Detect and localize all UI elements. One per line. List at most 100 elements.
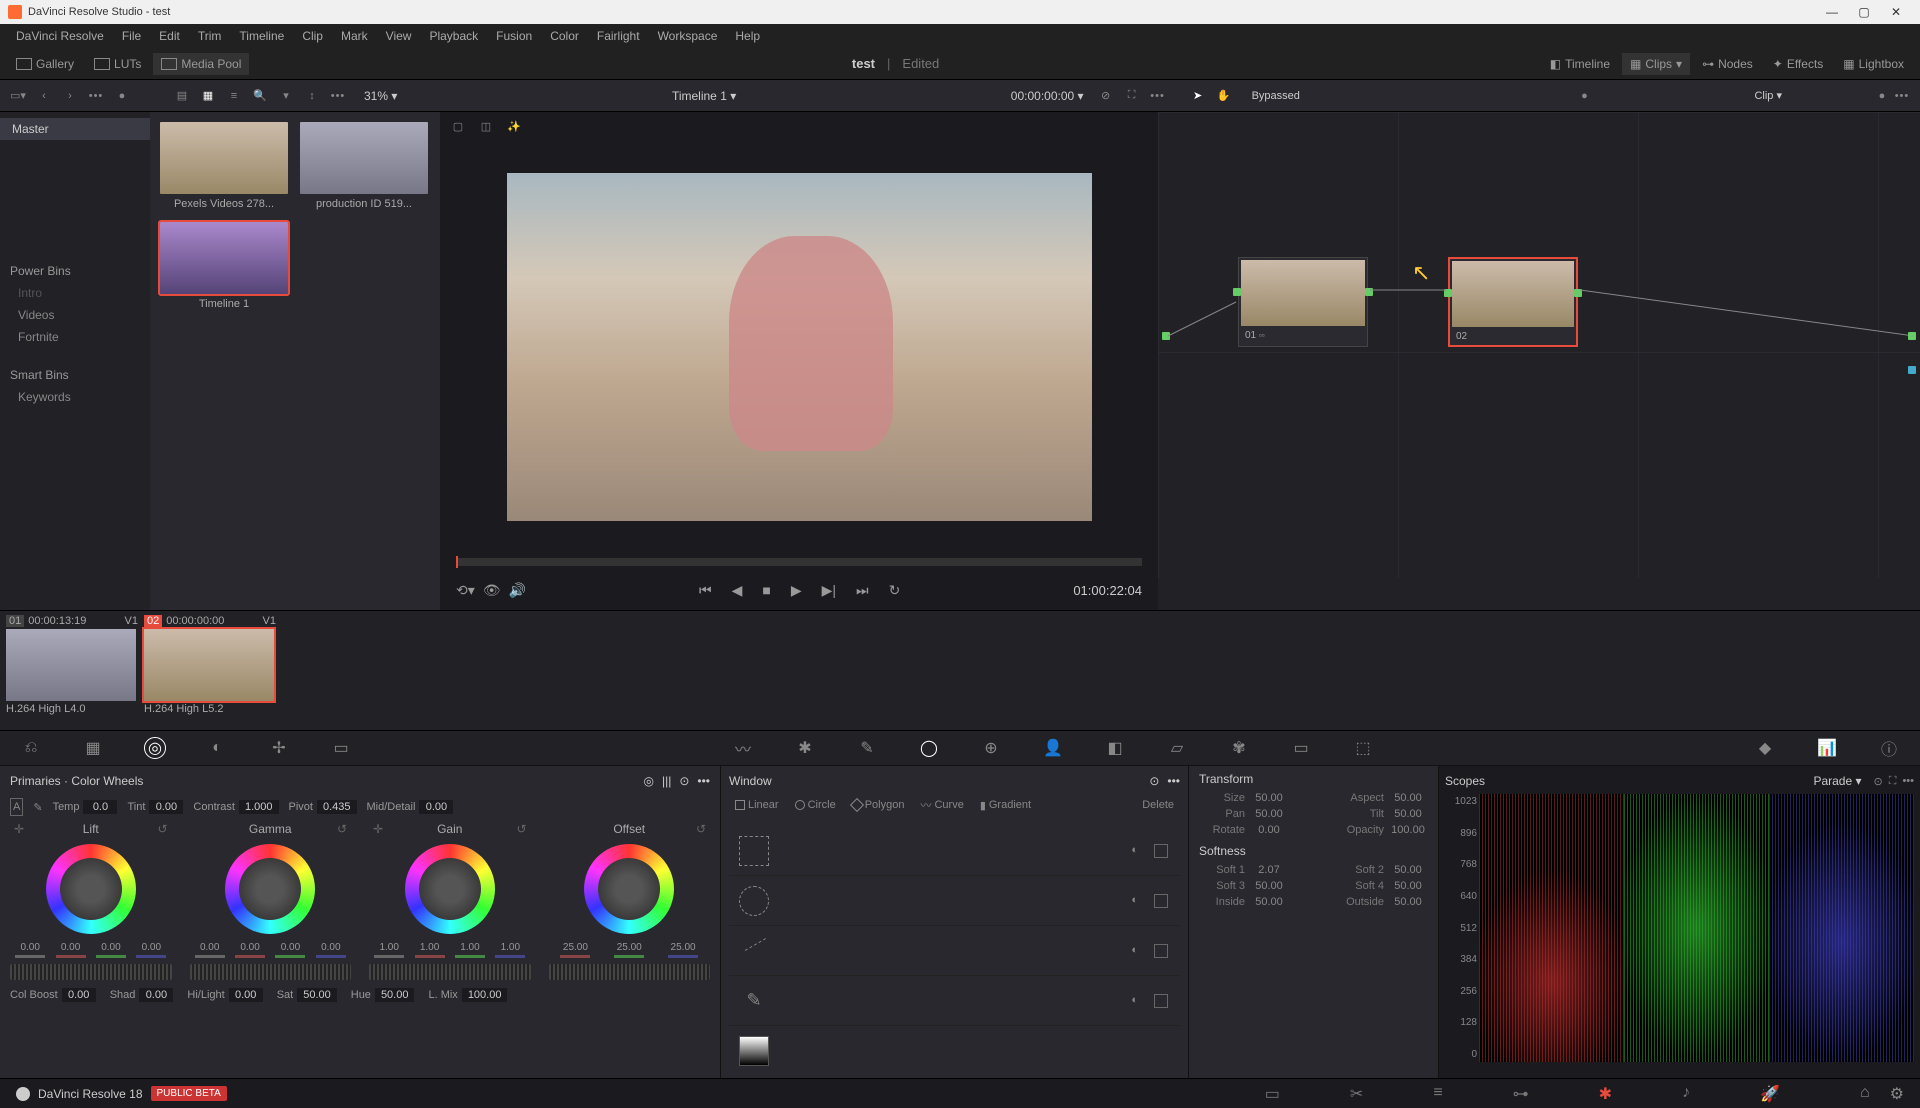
- gamma-wheel[interactable]: Gamma↺ 0.000.000.000.00: [190, 822, 352, 980]
- window-linear-tab[interactable]: Linear: [729, 796, 785, 814]
- temp-value[interactable]: 0.0: [83, 800, 117, 814]
- shad-value[interactable]: 0.00: [139, 988, 173, 1002]
- hand-icon[interactable]: ✋: [1214, 86, 1234, 106]
- node-02[interactable]: 02: [1448, 257, 1578, 347]
- window-delete-button[interactable]: Delete: [1136, 796, 1180, 814]
- scopes-options-icon[interactable]: ⊙: [1874, 775, 1883, 788]
- auto-balance-icon[interactable]: A: [10, 798, 23, 816]
- offset-wheel[interactable]: Offset↺ 25.0025.0025.00: [549, 822, 711, 980]
- node-in-dot[interactable]: [1233, 288, 1241, 296]
- tool-keyframe-icon[interactable]: ◆: [1754, 737, 1776, 759]
- effects-button[interactable]: ✦Effects: [1765, 53, 1832, 75]
- hilight-value[interactable]: 0.00: [229, 988, 263, 1002]
- strip-clip-02[interactable]: 0200:00:00:00V1 H.264 High L5.2: [144, 615, 276, 715]
- contrast-value[interactable]: 1.000: [239, 800, 279, 814]
- node-graph[interactable]: 01 ▫▫ 02 ↖: [1158, 112, 1920, 610]
- window-gradient-tab[interactable]: ▮Gradient: [974, 796, 1037, 815]
- clip-dropdown[interactable]: Clip ▾: [1754, 89, 1782, 102]
- page-edit-icon[interactable]: ≡: [1433, 1084, 1442, 1104]
- reset-icon[interactable]: ↺: [696, 822, 706, 836]
- viewer-timecode[interactable]: 00:00:00:00 ▾: [1011, 89, 1084, 103]
- audio-icon[interactable]: 🔊: [509, 582, 526, 599]
- tool-bsm-icon[interactable]: ◧: [1104, 737, 1126, 759]
- inside-value[interactable]: 50.00: [1249, 896, 1289, 908]
- record-dot2-icon[interactable]: ●: [1574, 86, 1594, 106]
- node-out-dot[interactable]: [1365, 288, 1373, 296]
- invert-icon[interactable]: ◐: [1131, 994, 1138, 1008]
- view-grid-icon[interactable]: ▦: [198, 86, 218, 106]
- soft2-value[interactable]: 50.00: [1388, 864, 1428, 876]
- reset-icon[interactable]: ↺: [516, 822, 526, 836]
- tool-blur-icon[interactable]: ▱: [1166, 737, 1188, 759]
- hue-value[interactable]: 50.00: [375, 988, 415, 1002]
- menu-color[interactable]: Color: [542, 25, 587, 47]
- bin-videos[interactable]: Videos: [0, 304, 150, 326]
- page-fairlight-icon[interactable]: ♪: [1682, 1084, 1690, 1104]
- node-more-icon[interactable]: •••: [1892, 86, 1912, 106]
- node-out-dot[interactable]: [1574, 289, 1582, 297]
- last-frame-button[interactable]: ⏭: [856, 582, 869, 599]
- bypass-icon[interactable]: ⊘: [1096, 86, 1116, 106]
- menu-timeline[interactable]: Timeline: [231, 25, 292, 47]
- wand-icon[interactable]: ✨: [504, 116, 524, 136]
- tool-tracking-icon[interactable]: ⊕: [980, 737, 1002, 759]
- viewer-image[interactable]: [507, 173, 1092, 521]
- more-icon[interactable]: •••: [697, 774, 710, 788]
- tint-value[interactable]: 0.00: [149, 800, 183, 814]
- highlight-icon[interactable]: ▢: [448, 116, 468, 136]
- node-01[interactable]: 01 ▫▫: [1238, 257, 1368, 347]
- play-button[interactable]: ▶: [791, 582, 802, 599]
- window-shape-rectangle[interactable]: ◐: [729, 826, 1180, 876]
- mask-icon[interactable]: [1154, 944, 1168, 958]
- next-frame-button[interactable]: ▶|: [822, 582, 836, 599]
- sat-value[interactable]: 50.00: [297, 988, 337, 1002]
- tool-warper-icon[interactable]: ✱: [794, 737, 816, 759]
- sort-icon[interactable]: ↕: [302, 86, 322, 106]
- menu-file[interactable]: File: [114, 25, 149, 47]
- luts-button[interactable]: LUTs: [86, 53, 149, 75]
- pan-value[interactable]: 50.00: [1249, 808, 1289, 820]
- reset-icon[interactable]: ↺: [157, 822, 167, 836]
- picker-icon[interactable]: ✎: [33, 801, 42, 814]
- scopes-expand-icon[interactable]: ⛶: [1889, 775, 1897, 788]
- lmix-value[interactable]: 100.00: [462, 988, 508, 1002]
- prev-frame-button[interactable]: ◀: [732, 582, 743, 599]
- smartbin-keywords[interactable]: Keywords: [0, 386, 150, 408]
- page-color-icon[interactable]: ✱: [1599, 1084, 1612, 1104]
- search-dropdown-icon[interactable]: ▾: [276, 86, 296, 106]
- mute-icon[interactable]: 👁: [483, 582, 501, 599]
- mask-icon[interactable]: [1154, 894, 1168, 908]
- invert-icon[interactable]: ◐: [1131, 894, 1138, 908]
- page-deliver-icon[interactable]: 🚀: [1760, 1084, 1780, 1104]
- soft4-value[interactable]: 50.00: [1388, 880, 1428, 892]
- more-icon[interactable]: •••: [1902, 775, 1914, 787]
- stop-button[interactable]: ■: [762, 582, 770, 598]
- search-icon[interactable]: 🔍: [250, 86, 270, 106]
- split-icon[interactable]: ◫: [476, 116, 496, 136]
- reset-icon[interactable]: ↺: [337, 822, 347, 836]
- invert-icon[interactable]: ◐: [1131, 944, 1138, 958]
- rotate-value[interactable]: 0.00: [1249, 824, 1289, 836]
- clip-thumb[interactable]: Timeline 1: [160, 222, 288, 310]
- mid-value[interactable]: 0.00: [419, 800, 453, 814]
- picker-icon[interactable]: ✛: [373, 822, 383, 836]
- window-options-icon[interactable]: ⊙: [1149, 774, 1159, 788]
- lift-jog[interactable]: [10, 964, 172, 980]
- colboost-value[interactable]: 0.00: [62, 988, 96, 1002]
- window-shape-line[interactable]: ◐: [729, 926, 1180, 976]
- tilt-value[interactable]: 50.00: [1388, 808, 1428, 820]
- mask-icon[interactable]: [1154, 844, 1168, 858]
- gallery-button[interactable]: Gallery: [8, 53, 82, 75]
- gain-wheel[interactable]: ✛Gain↺ 1.001.001.001.00: [369, 822, 531, 980]
- menu-workspace[interactable]: Workspace: [650, 25, 726, 47]
- log-mode-icon[interactable]: ⊙: [679, 774, 689, 788]
- clip-thumb[interactable]: Pexels Videos 278...: [160, 122, 288, 210]
- close-button[interactable]: ✕: [1880, 5, 1912, 19]
- gamma-jog[interactable]: [190, 964, 352, 980]
- tool-wheels-icon[interactable]: ◎: [144, 737, 166, 759]
- window-polygon-tab[interactable]: Polygon: [846, 796, 911, 814]
- mediapool-button[interactable]: Media Pool: [153, 53, 249, 75]
- more2-icon[interactable]: •••: [328, 86, 348, 106]
- tool-rgbmix-icon[interactable]: ✢: [268, 737, 290, 759]
- more-icon[interactable]: •••: [1167, 774, 1180, 788]
